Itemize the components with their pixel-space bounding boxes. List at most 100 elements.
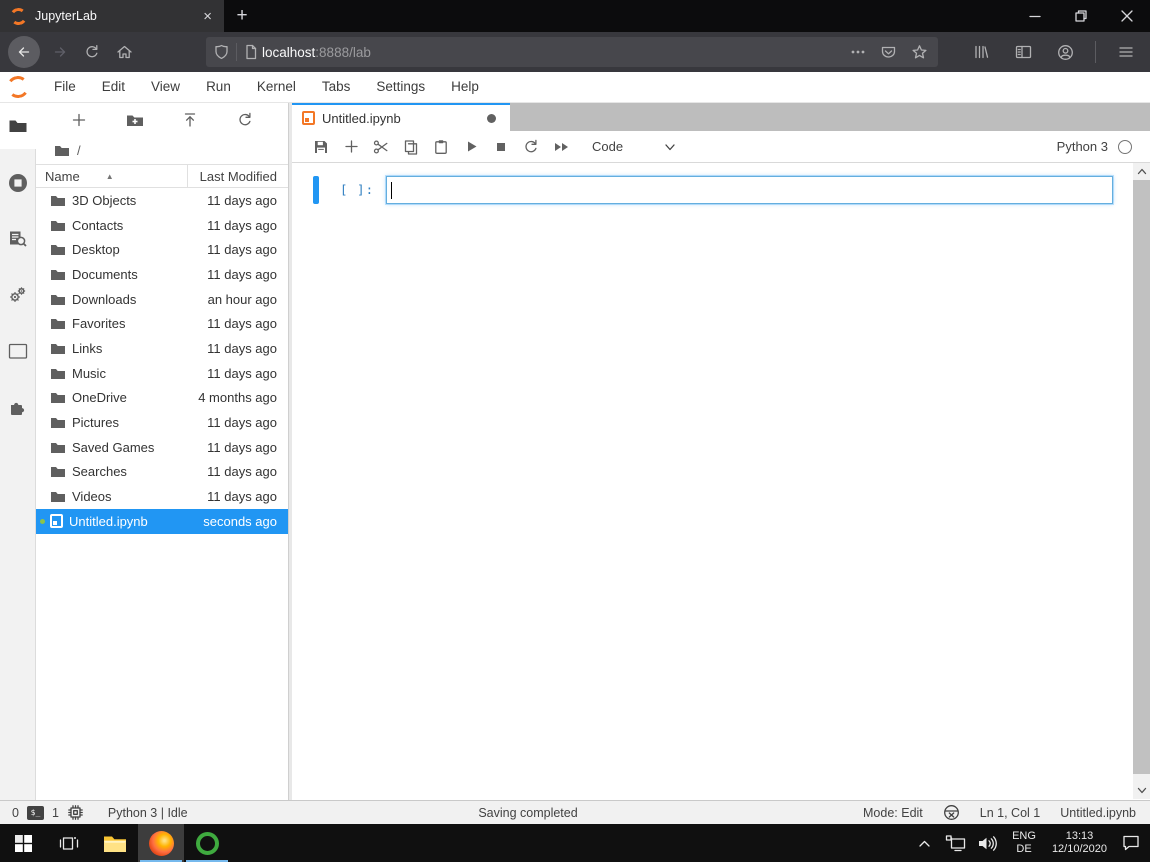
browser-tab[interactable]: JupyterLab × xyxy=(0,0,224,32)
cell-type-select[interactable]: Code xyxy=(592,139,677,154)
action-center-icon[interactable] xyxy=(1118,824,1144,862)
file-row[interactable]: Pictures 11 days ago xyxy=(36,410,288,435)
menu-hamburger-icon[interactable] xyxy=(1110,36,1142,68)
new-tab-button[interactable]: + xyxy=(224,0,260,32)
interrupt-kernel-button[interactable] xyxy=(486,134,516,160)
upload-button[interactable] xyxy=(182,112,198,128)
column-header-name[interactable]: Name ▲ xyxy=(36,165,188,187)
terminal-count[interactable]: 0 xyxy=(12,806,19,820)
refresh-button[interactable] xyxy=(237,112,253,128)
code-cell[interactable]: [ ]: xyxy=(292,163,1150,204)
notebook-tab[interactable]: Untitled.ipynb xyxy=(292,103,510,131)
paste-cells-button[interactable] xyxy=(426,134,456,160)
forward-button[interactable] xyxy=(44,36,76,68)
breadcrumb-root[interactable]: / xyxy=(77,143,81,158)
restart-kernel-button[interactable] xyxy=(516,134,546,160)
menubar-item[interactable]: Kernel xyxy=(244,72,309,102)
sidebar-tab-running[interactable] xyxy=(0,161,36,205)
scroll-up-icon[interactable] xyxy=(1133,163,1150,180)
file-row[interactable]: Contacts 11 days ago xyxy=(36,213,288,238)
menubar-item[interactable]: Tabs xyxy=(309,72,364,102)
mode-indicator[interactable]: Mode: Edit xyxy=(863,806,923,820)
sidebar-tab-open-tabs[interactable] xyxy=(0,329,36,373)
firefox-icon xyxy=(149,831,174,856)
url-bar[interactable]: localhost:8888/lab xyxy=(206,37,938,67)
page-info-icon[interactable] xyxy=(244,44,258,60)
home-folder-icon[interactable] xyxy=(54,144,70,157)
window-minimize-button[interactable] xyxy=(1012,0,1058,32)
file-explorer-button[interactable] xyxy=(92,824,138,862)
scrollbar-thumb[interactable] xyxy=(1133,180,1150,774)
kernel-status-circle-icon[interactable] xyxy=(1118,140,1132,154)
cell-collapser[interactable] xyxy=(313,176,319,204)
start-button[interactable] xyxy=(0,824,46,862)
file-row[interactable]: Documents 11 days ago xyxy=(36,262,288,287)
file-name: Documents xyxy=(72,267,207,282)
pocket-icon[interactable] xyxy=(880,44,897,60)
column-header-modified[interactable]: Last Modified xyxy=(188,169,288,184)
copy-cells-button[interactable] xyxy=(396,134,426,160)
account-icon[interactable] xyxy=(1049,36,1081,68)
clock[interactable]: 13:13 12/10/2020 xyxy=(1047,830,1112,856)
file-row[interactable]: Desktop 11 days ago xyxy=(36,237,288,262)
folder-icon xyxy=(50,391,66,404)
volume-icon[interactable] xyxy=(975,824,1001,862)
kernel-status-text[interactable]: Python 3 | Idle xyxy=(108,806,188,820)
scroll-down-icon[interactable] xyxy=(1133,782,1150,799)
file-row[interactable]: Searches 11 days ago xyxy=(36,460,288,485)
kernel-indicator[interactable]: Python 3 xyxy=(1057,139,1136,154)
jupyterlab-app-taskbar-button[interactable] xyxy=(184,824,230,862)
menubar-item[interactable]: Settings xyxy=(363,72,438,102)
firefox-taskbar-button[interactable] xyxy=(138,824,184,862)
cell-editor-input[interactable] xyxy=(386,176,1113,204)
file-row[interactable]: Videos 11 days ago xyxy=(36,484,288,509)
file-row[interactable]: OneDrive 4 months ago xyxy=(36,386,288,411)
statusbar-filename[interactable]: Untitled.ipynb xyxy=(1060,806,1136,820)
home-button[interactable] xyxy=(108,36,140,68)
file-row[interactable]: Downloads an hour ago xyxy=(36,287,288,312)
cursor-position[interactable]: Ln 1, Col 1 xyxy=(980,806,1040,820)
file-row[interactable]: 3D Objects 11 days ago xyxy=(36,188,288,213)
sidebar-tab-property-inspector[interactable] xyxy=(0,273,36,317)
menubar-item[interactable]: File xyxy=(41,72,89,102)
file-row[interactable]: Saved Games 11 days ago xyxy=(36,435,288,460)
back-button[interactable] xyxy=(8,36,40,68)
language-indicator[interactable]: ENG DE xyxy=(1007,830,1041,856)
file-row[interactable]: Untitled.ipynb seconds ago xyxy=(36,509,288,534)
tray-overflow-chevron-icon[interactable] xyxy=(911,824,937,862)
menubar-item[interactable]: Run xyxy=(193,72,244,102)
menubar-item[interactable]: Edit xyxy=(89,72,138,102)
sidebars-toggle-icon[interactable] xyxy=(1007,36,1039,68)
tab-close-icon[interactable]: × xyxy=(199,7,216,26)
tab-close-dirty-icon[interactable] xyxy=(487,114,496,123)
run-cell-button[interactable] xyxy=(456,134,486,160)
page-actions-icon[interactable] xyxy=(850,44,866,60)
new-folder-button[interactable] xyxy=(126,113,144,128)
file-list-header: Name ▲ Last Modified xyxy=(36,164,288,188)
trust-shield-icon[interactable] xyxy=(943,804,960,821)
task-view-button[interactable] xyxy=(46,824,92,862)
window-restore-button[interactable] xyxy=(1058,0,1104,32)
menubar-item[interactable]: Help xyxy=(438,72,492,102)
new-launcher-button[interactable] xyxy=(71,112,87,128)
tracking-protection-shield-icon[interactable] xyxy=(214,44,229,60)
sidebar-tab-extensions[interactable] xyxy=(0,385,36,429)
reload-button[interactable] xyxy=(76,36,108,68)
sidebar-tab-command-palette[interactable] xyxy=(0,217,36,261)
bookmark-star-icon[interactable] xyxy=(911,44,928,61)
run-all-button[interactable] xyxy=(546,134,576,160)
cut-cells-button[interactable] xyxy=(366,134,396,160)
menubar-item[interactable]: View xyxy=(138,72,193,102)
add-cell-button[interactable] xyxy=(336,134,366,160)
window-close-button[interactable] xyxy=(1104,0,1150,32)
save-button[interactable] xyxy=(306,134,336,160)
network-icon[interactable] xyxy=(943,824,969,862)
file-row[interactable]: Links 11 days ago xyxy=(36,336,288,361)
file-row[interactable]: Favorites 11 days ago xyxy=(36,311,288,336)
sidebar-tab-filebrowser[interactable] xyxy=(0,103,36,149)
kernel-count[interactable]: 1 xyxy=(52,806,59,820)
url-text[interactable]: localhost:8888/lab xyxy=(262,45,850,60)
library-icon[interactable] xyxy=(965,36,997,68)
notebook-scrollbar[interactable] xyxy=(1133,163,1150,799)
file-row[interactable]: Music 11 days ago xyxy=(36,361,288,386)
